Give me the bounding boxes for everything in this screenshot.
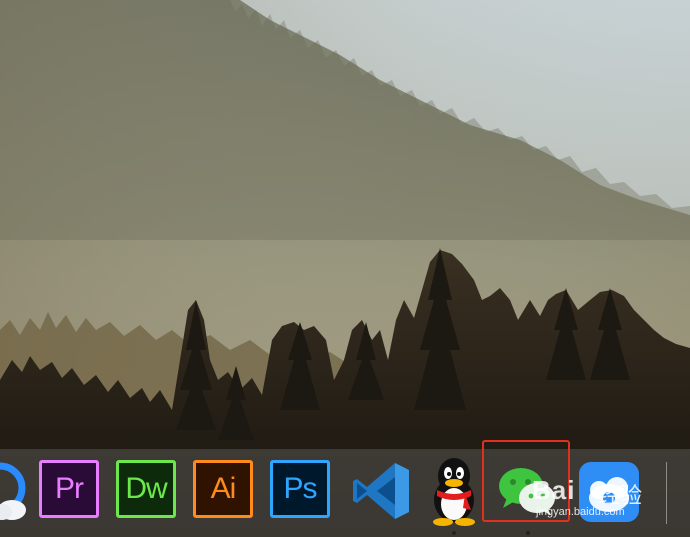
- watermark-brand-text: Bai: [532, 475, 576, 505]
- dock-app-vscode-icon[interactable]: [349, 459, 413, 523]
- dock-divider: [666, 462, 667, 524]
- qq-penguin-icon: [433, 458, 475, 526]
- dock-app-cloud-icon[interactable]: [0, 458, 28, 524]
- qq-running-indicator: [452, 531, 456, 535]
- dock-app-premiere-icon[interactable]: Pr: [39, 460, 99, 518]
- dock-app-illustrator-icon[interactable]: Ai: [193, 460, 253, 518]
- watermark-url: jingyan.baidu.com: [536, 506, 625, 518]
- vscode-icon: [353, 463, 409, 519]
- dock-app-photoshop-icon[interactable]: Ps: [270, 460, 330, 518]
- dock-app-qq-icon[interactable]: [425, 456, 483, 526]
- desktop: Pr Dw Ai Ps Bai 经验 jingyan.baidu.com: [0, 0, 690, 537]
- wechat-running-indicator: [526, 531, 530, 535]
- baidu-jingyan-watermark: Bai 经验 jingyan.baidu.com: [532, 473, 662, 523]
- dock-app-dreamweaver-icon[interactable]: Dw: [116, 460, 176, 518]
- cloud-icon: [0, 462, 26, 520]
